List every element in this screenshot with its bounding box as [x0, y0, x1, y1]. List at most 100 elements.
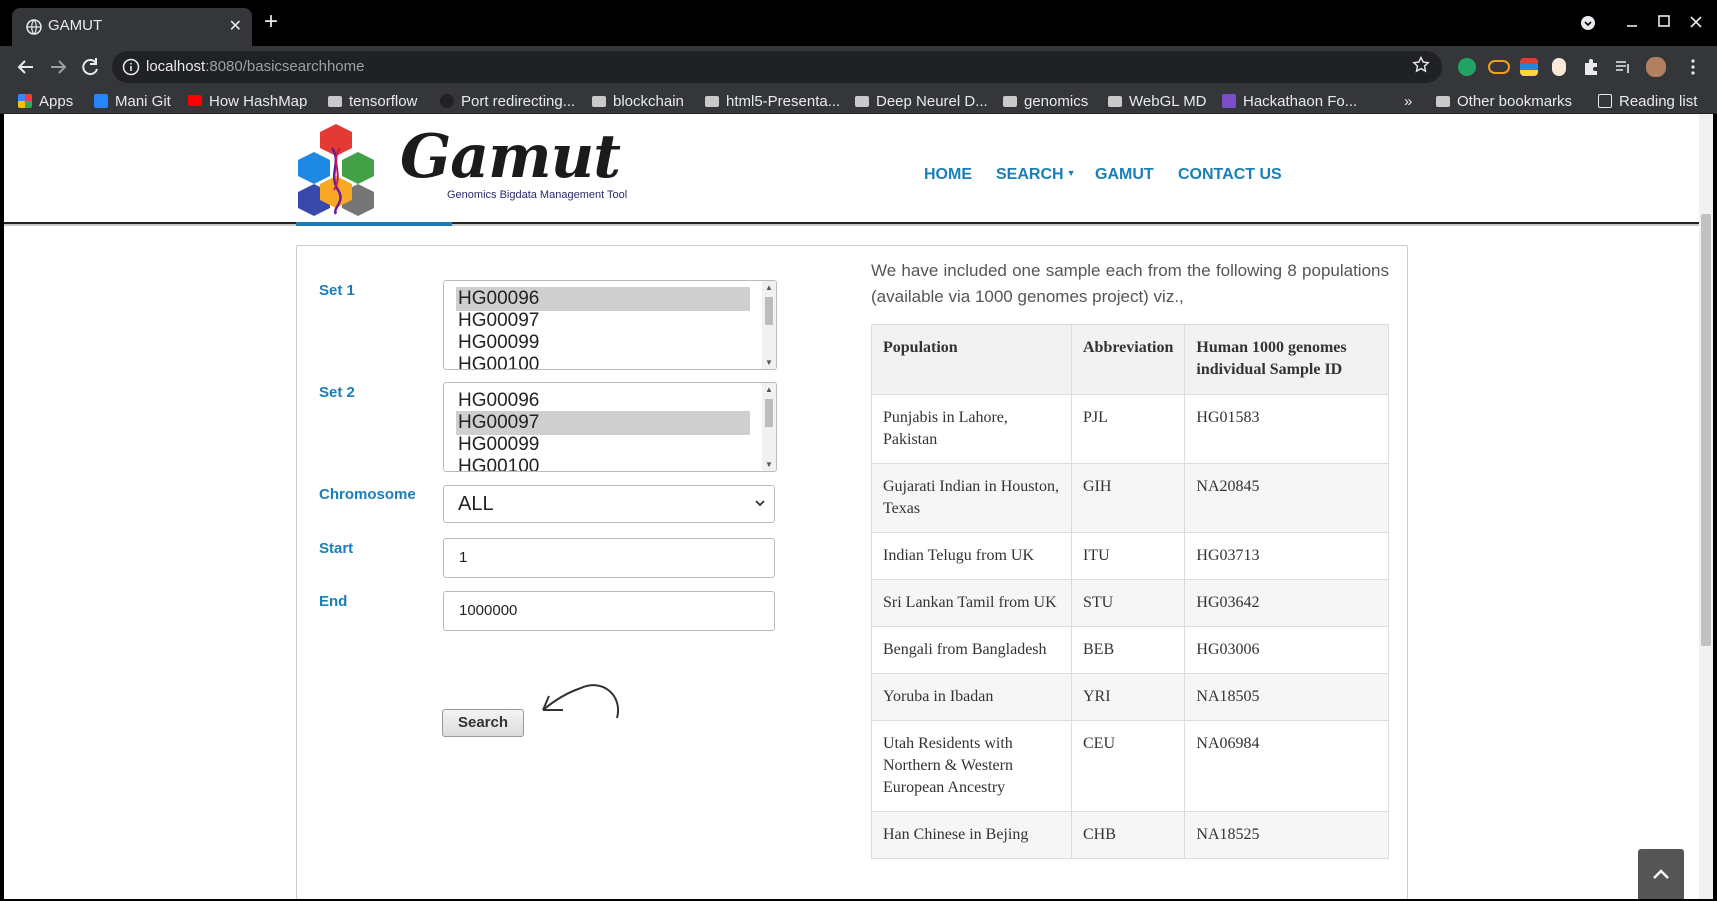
bookmark-blockchain[interactable]: blockchain [592, 93, 684, 110]
scroll-up-icon[interactable]: ▲ [765, 283, 773, 292]
bookmark-other-bookmarks[interactable]: Other bookmarks [1436, 93, 1572, 110]
youtube-icon [188, 95, 202, 106]
cell-sample-id: HG03713 [1184, 532, 1389, 580]
folder-icon [855, 96, 869, 107]
close-window-icon[interactable] [1688, 14, 1704, 30]
set2-option[interactable]: HG00096 [456, 389, 750, 413]
page-scroll-thumb[interactable] [1701, 214, 1711, 646]
chevron-up-icon [1653, 869, 1669, 879]
reload-icon[interactable] [78, 55, 102, 79]
info-icon[interactable] [122, 58, 140, 76]
tab-title: GAMUT [48, 17, 103, 34]
folder-icon [1003, 96, 1017, 107]
set1-scrollbar[interactable]: ▲ ▼ [762, 281, 776, 369]
set2-option[interactable]: HG00099 [456, 433, 750, 457]
end-input[interactable]: 1000000 [443, 591, 775, 631]
bookmark-hackathaon[interactable]: Hackathaon Fo... [1222, 93, 1357, 110]
bookmark-tensorflow[interactable]: tensorflow [328, 93, 417, 110]
set2-scrollbar[interactable]: ▲ ▼ [762, 383, 776, 471]
set2-option[interactable]: HG00097 [456, 411, 750, 435]
chromosome-select[interactable]: ALL [443, 485, 775, 523]
forward-arrow-icon[interactable] [46, 55, 70, 79]
reading-list-toolbar-icon[interactable] [1614, 58, 1632, 76]
bookmark-how-hashmap[interactable]: How HashMap [188, 93, 307, 110]
table-row: Gujarati Indian in Houston, Texas GIH NA20… [871, 463, 1389, 533]
star-icon[interactable] [1412, 56, 1430, 74]
bookmark-webgl-md[interactable]: WebGL MD [1108, 93, 1207, 110]
reading-list-icon [1598, 94, 1612, 108]
bookmark-reading-list[interactable]: Reading list [1598, 93, 1697, 110]
scroll-down-icon[interactable]: ▼ [765, 460, 773, 469]
scroll-up-icon[interactable]: ▲ [765, 385, 773, 394]
url-text[interactable]: localhost:8080/basicsearchhome [146, 58, 364, 75]
set1-option[interactable]: HG00099 [456, 331, 750, 355]
bookmark-html5-presenta[interactable]: html5-Presenta... [705, 93, 840, 110]
browser-window: GAMUT ✕ + localhost:8080/basicsearchhome… [0, 0, 1717, 901]
bitbucket-icon [94, 94, 108, 108]
nav-gamut[interactable]: GAMUT [1095, 166, 1154, 184]
back-arrow-icon[interactable] [14, 55, 38, 79]
set2-label: Set 2 [319, 384, 355, 401]
cell-population: Gujarati Indian in Houston, Texas [871, 463, 1072, 533]
extension-egg-icon[interactable] [1552, 58, 1566, 76]
set1-listbox[interactable]: HG00096 HG00097 HG00099 HG00100 ▲ ▼ [443, 280, 777, 370]
set2-option[interactable]: HG00100 [456, 455, 750, 471]
cell-sample-id: NA18505 [1184, 673, 1389, 721]
start-input[interactable]: 1 [443, 538, 775, 578]
scroll-thumb[interactable] [765, 297, 773, 325]
bookmark-mani-git[interactable]: Mani Git [94, 93, 171, 110]
cell-sample-id: HG03006 [1184, 626, 1389, 674]
address-bar[interactable]: localhost:8080/basicsearchhome [112, 51, 1442, 83]
bookmark-deep-neurel[interactable]: Deep Neurel D... [855, 93, 988, 110]
cell-abbreviation: ITU [1070, 532, 1186, 580]
scroll-thumb[interactable] [765, 399, 773, 427]
set1-option[interactable]: HG00096 [456, 287, 750, 311]
folder-icon [1108, 96, 1122, 107]
table-row: Bengali from Bangladesh BEB HG03006 [871, 626, 1389, 674]
search-panel: Set 1 HG00096 HG00097 HG00099 HG00100 ▲ ▼… [296, 245, 1408, 899]
set2-listbox[interactable]: HG00096 HG00097 HG00099 HG00100 ▲ ▼ [443, 382, 777, 472]
set1-option[interactable]: HG00100 [456, 353, 750, 369]
cell-abbreviation: CHB [1070, 811, 1186, 859]
avatar[interactable] [1646, 57, 1666, 77]
cell-population: Utah Residents with Northern & Western E… [871, 720, 1072, 812]
folder-icon [328, 96, 342, 107]
active-indicator [296, 222, 452, 226]
tab-gamut[interactable]: GAMUT ✕ [12, 8, 252, 46]
extension-stack-icon[interactable] [1520, 58, 1538, 76]
table-row: Punjabis in Lahore, Pakistan PJL HG01583 [871, 394, 1389, 464]
puzzle-icon[interactable] [1582, 58, 1600, 76]
set1-option[interactable]: HG00097 [456, 309, 750, 333]
bookmark-genomics[interactable]: genomics [1003, 93, 1088, 110]
chromosome-label: Chromosome [319, 486, 416, 503]
nav-home[interactable]: HOME [924, 166, 972, 184]
extension-green-icon[interactable] [1458, 58, 1476, 76]
hand-drawn-arrow-icon [542, 684, 620, 719]
nav-contact-us[interactable]: CONTACT US [1178, 166, 1282, 184]
maximize-icon[interactable] [1656, 13, 1672, 29]
scroll-to-top-button[interactable] [1638, 849, 1684, 899]
page-scrollbar[interactable] [1699, 114, 1713, 899]
scroll-down-icon[interactable]: ▼ [765, 358, 773, 367]
table-row: Indian Telugu from UK ITU HG03713 [871, 532, 1389, 580]
extension-infinity-icon[interactable] [1488, 60, 1510, 74]
tab-strip: GAMUT ✕ + [0, 0, 1717, 46]
logo-title: Gamut [400, 122, 621, 192]
cell-sample-id: NA18525 [1184, 811, 1389, 859]
menu-dots-icon[interactable] [1684, 58, 1702, 76]
population-table: Population Abbreviation Human 1000 genom… [871, 324, 1389, 859]
cell-sample-id: NA20845 [1184, 463, 1389, 533]
minimize-icon[interactable] [1624, 14, 1640, 30]
caret-down-icon: ▼ [1066, 168, 1076, 178]
tab-search-icon[interactable] [1580, 15, 1596, 31]
bookmark-apps[interactable]: Apps [18, 93, 73, 110]
search-button[interactable]: Search [442, 709, 524, 737]
tab-close-icon[interactable]: ✕ [229, 16, 242, 36]
bookmarks-overflow-icon[interactable]: » [1404, 93, 1412, 110]
nav-search[interactable]: SEARCH ▼ [996, 166, 1075, 184]
bookmark-port-redirecting[interactable]: Port redirecting... [440, 93, 575, 110]
new-tab-button[interactable]: + [264, 10, 278, 34]
table-row: Han Chinese in Bejing CHB NA18525 [871, 811, 1389, 859]
cell-abbreviation: PJL [1070, 394, 1186, 464]
start-label: Start [319, 540, 354, 557]
